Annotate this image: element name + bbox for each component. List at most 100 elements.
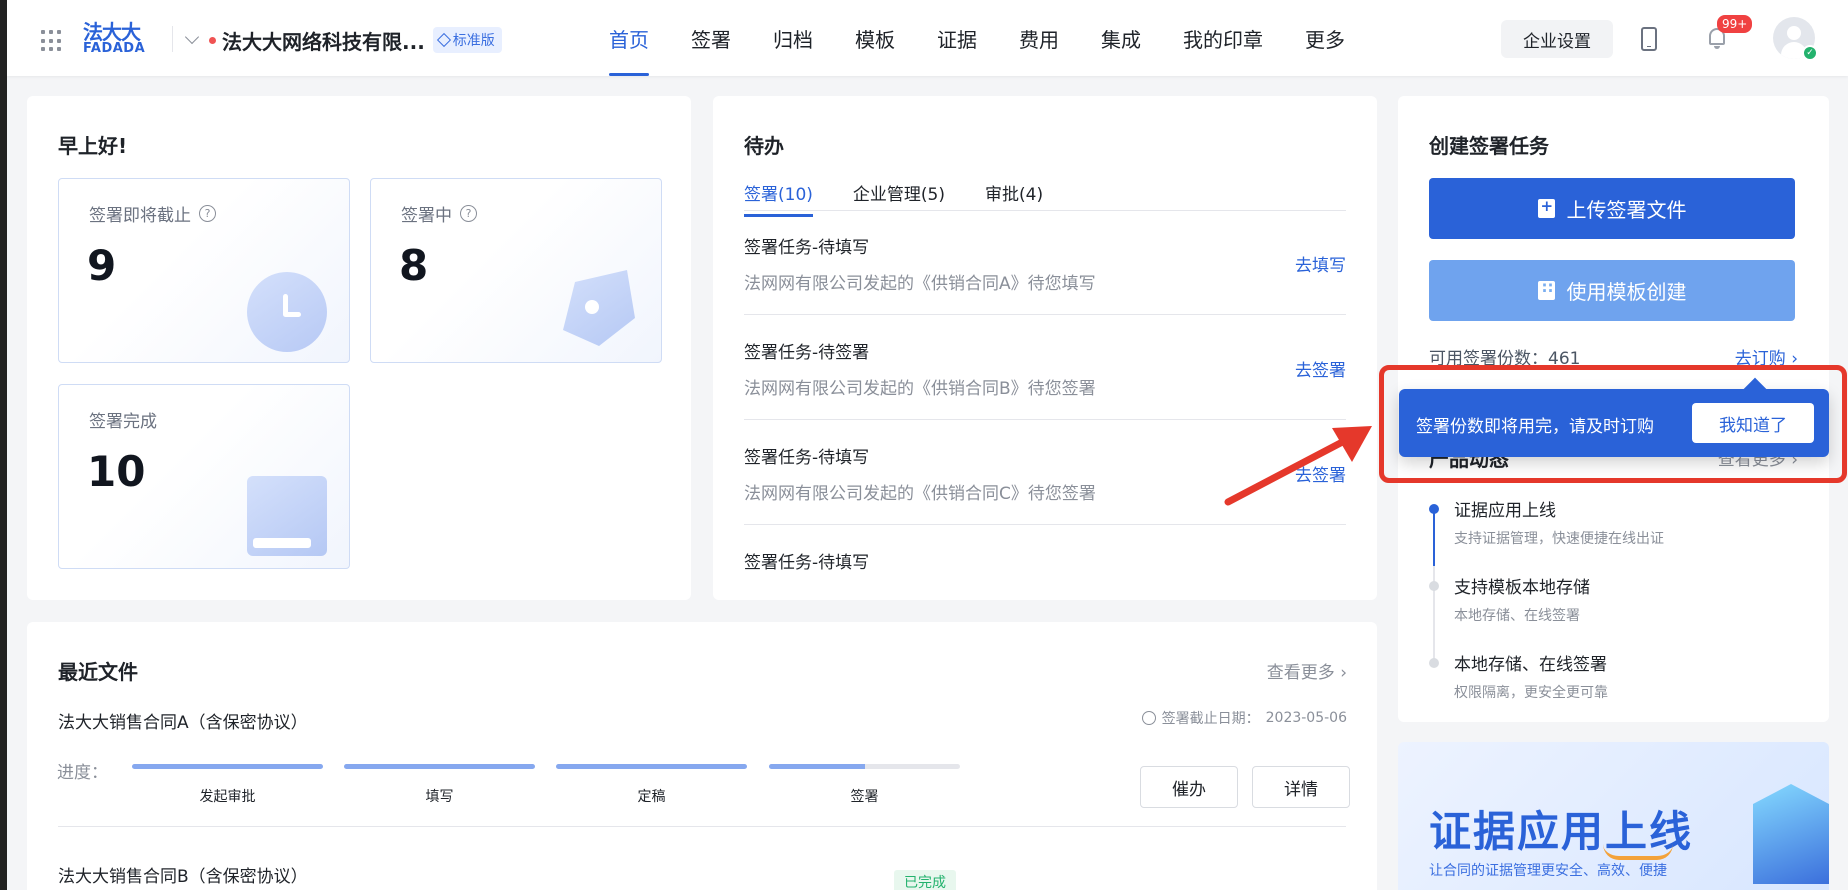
logo-cn: 法大大 <box>83 20 141 44</box>
file-name[interactable]: 法大大销售合同A（含保密协议） <box>58 708 308 733</box>
progress-step-label: 签署 <box>850 789 879 805</box>
header-divider <box>172 26 173 52</box>
upload-document-button[interactable]: 上传签署文件 <box>1429 178 1795 239</box>
edition-badge-label: 标准版 <box>452 33 495 49</box>
progress-step-bar <box>132 764 323 769</box>
todo-item-desc: 法网网有限公司发起的《供销合同C》待您签署 <box>744 484 1096 504</box>
file-plus-icon <box>1537 197 1555 218</box>
enterprise-settings-button[interactable]: 企业设置 <box>1501 20 1613 58</box>
banner-swoosh <box>1603 844 1673 860</box>
nav-item-fees[interactable]: 费用 <box>1019 0 1059 76</box>
news-item-title[interactable]: 本地存储、在线签署 <box>1454 650 1607 675</box>
todo-item-title: 签署任务-待填写 <box>744 553 870 573</box>
stat-card-in-progress[interactable]: 签署中 ? 8 <box>370 178 662 363</box>
todo-item-title: 签署任务-待填写 <box>744 448 870 468</box>
template-icon <box>1537 278 1555 300</box>
timeline-active-line <box>1433 511 1435 566</box>
todo-title: 待办 <box>744 134 784 158</box>
stat-value: 10 <box>87 447 146 496</box>
nav-item-more[interactable]: 更多 <box>1305 0 1345 76</box>
nav-item-sign[interactable]: 签署 <box>691 0 731 76</box>
recent-more-link[interactable]: 查看更多 › <box>1267 658 1347 683</box>
nav-item-archive[interactable]: 归档 <box>773 0 813 76</box>
todo-action-link[interactable]: 去签署 <box>1295 356 1346 381</box>
template-create-label: 使用模板创建 <box>1566 280 1687 304</box>
todo-item-desc: 法网网有限公司发起的《供销合同B》待您签署 <box>744 379 1096 399</box>
todo-card: 待办 签署(10) 企业管理(5) 审批(4) 签署任务-待填写 法网网有限公司… <box>713 96 1377 600</box>
stat-label: 签署即将截止 ? <box>89 201 216 226</box>
todo-action-link[interactable]: 去填写 <box>1295 251 1346 276</box>
nav-item-integration[interactable]: 集成 <box>1101 0 1141 76</box>
todo-item-desc: 法网网有限公司发起的《供销合同A》待您填写 <box>744 274 1096 294</box>
urge-button[interactable]: 催办 <box>1140 766 1238 808</box>
progress-fill <box>132 764 323 769</box>
timer-icon <box>1141 711 1156 725</box>
todo-item: 签署任务-待签署 法网网有限公司发起的《供销合同B》待您签署 去签署 <box>744 316 1346 420</box>
progress-label: 进度： <box>57 763 108 783</box>
file-name[interactable]: 法大大销售合同B（含保密协议） <box>58 862 308 887</box>
cube-illustration <box>1753 784 1829 884</box>
news-item-title[interactable]: 支持模板本地存储 <box>1454 573 1590 598</box>
help-icon[interactable]: ? <box>460 205 477 222</box>
stat-value: 9 <box>87 241 117 290</box>
promo-banner[interactable]: 证据应用上线 让合同的证据管理更安全、高效、便捷 <box>1398 742 1829 890</box>
clock-icon <box>247 272 327 352</box>
diamond-icon <box>436 32 451 48</box>
todo-item-title: 签署任务-待签署 <box>744 343 870 363</box>
details-button[interactable]: 详情 <box>1252 766 1350 808</box>
deadline-info: 签署截止日期： 2023-05-06 <box>1141 708 1347 728</box>
nav-item-template[interactable]: 模板 <box>855 0 895 76</box>
fadada-logo[interactable]: 法大大 FADADA <box>83 22 149 58</box>
company-switcher[interactable]: 法大大网络科技有限... 标准版 <box>184 26 502 54</box>
chevron-down-icon <box>184 29 200 45</box>
timeline-dot <box>1429 581 1439 591</box>
logo-en: FADADA <box>83 41 146 56</box>
stat-label-text: 签署完成 <box>89 412 157 432</box>
deadline-value: 2023-05-06 <box>1265 710 1347 726</box>
main-nav: 首页 签署 归档 模板 证据 费用 集成 我的印章 更多 <box>609 0 1387 76</box>
row-divider <box>58 826 1346 827</box>
deadline-label: 签署截止日期： <box>1161 711 1260 727</box>
stat-label-text: 签署即将截止 <box>89 206 191 226</box>
stat-label: 签署中 ? <box>401 201 477 226</box>
top-header: 法大大 FADADA 法大大网络科技有限... 标准版 首页 签署 归档 模板 … <box>7 0 1848 76</box>
stat-label-text: 签署中 <box>401 206 452 226</box>
progress-fill <box>556 764 747 769</box>
recent-files-title: 最近文件 <box>58 660 138 684</box>
progress-step-bar <box>556 764 747 769</box>
todo-item-title: 签署任务-待填写 <box>744 238 870 258</box>
stat-value: 8 <box>399 241 429 290</box>
progress-step-bar <box>769 764 960 769</box>
company-name: 法大大网络科技有限... <box>222 29 425 54</box>
app-grid-icon[interactable] <box>41 30 63 52</box>
nav-item-home[interactable]: 首页 <box>609 0 649 76</box>
todo-item: 签署任务-待填写 <box>744 526 1346 600</box>
verified-check-icon: ✓ <box>1802 45 1818 61</box>
status-badge: 已完成 <box>894 870 956 890</box>
stat-card-completed[interactable]: 签署完成 10 <box>58 384 350 569</box>
upload-document-label: 上传签署文件 <box>1566 198 1687 222</box>
progress-step-label: 定稿 <box>637 789 666 805</box>
status-dot <box>209 36 216 44</box>
mobile-icon[interactable] <box>1641 27 1657 51</box>
progress-step-bar <box>344 764 535 769</box>
highlight-annotation <box>1379 365 1847 483</box>
notification-badge: 99+ <box>1717 15 1753 33</box>
progress-fill <box>769 764 865 769</box>
news-item-desc: 权限隔离，更安全更可靠 <box>1454 685 1608 701</box>
news-item-desc: 支持证据管理，快速便捷在线出证 <box>1454 531 1664 547</box>
greeting-card: 早上好! 签署即将截止 ? 9 签署中 ? 8 签署完成 10 <box>27 96 691 600</box>
template-create-button[interactable]: 使用模板创建 <box>1429 260 1795 321</box>
recent-more-label: 查看更多 <box>1266 663 1335 683</box>
pen-nib-icon <box>563 270 635 346</box>
scroll-icon <box>247 476 327 556</box>
help-icon[interactable]: ? <box>199 205 216 222</box>
stat-card-expiring[interactable]: 签署即将截止 ? 9 <box>58 178 350 363</box>
create-task-title: 创建签署任务 <box>1429 134 1549 158</box>
nav-item-my-seal[interactable]: 我的印章 <box>1183 0 1263 76</box>
nav-item-evidence[interactable]: 证据 <box>937 0 977 76</box>
progress-step-label: 填写 <box>425 789 454 805</box>
news-item-title[interactable]: 证据应用上线 <box>1454 496 1556 521</box>
progress-step-label: 发起审批 <box>199 789 256 805</box>
timeline-dot <box>1429 658 1439 668</box>
